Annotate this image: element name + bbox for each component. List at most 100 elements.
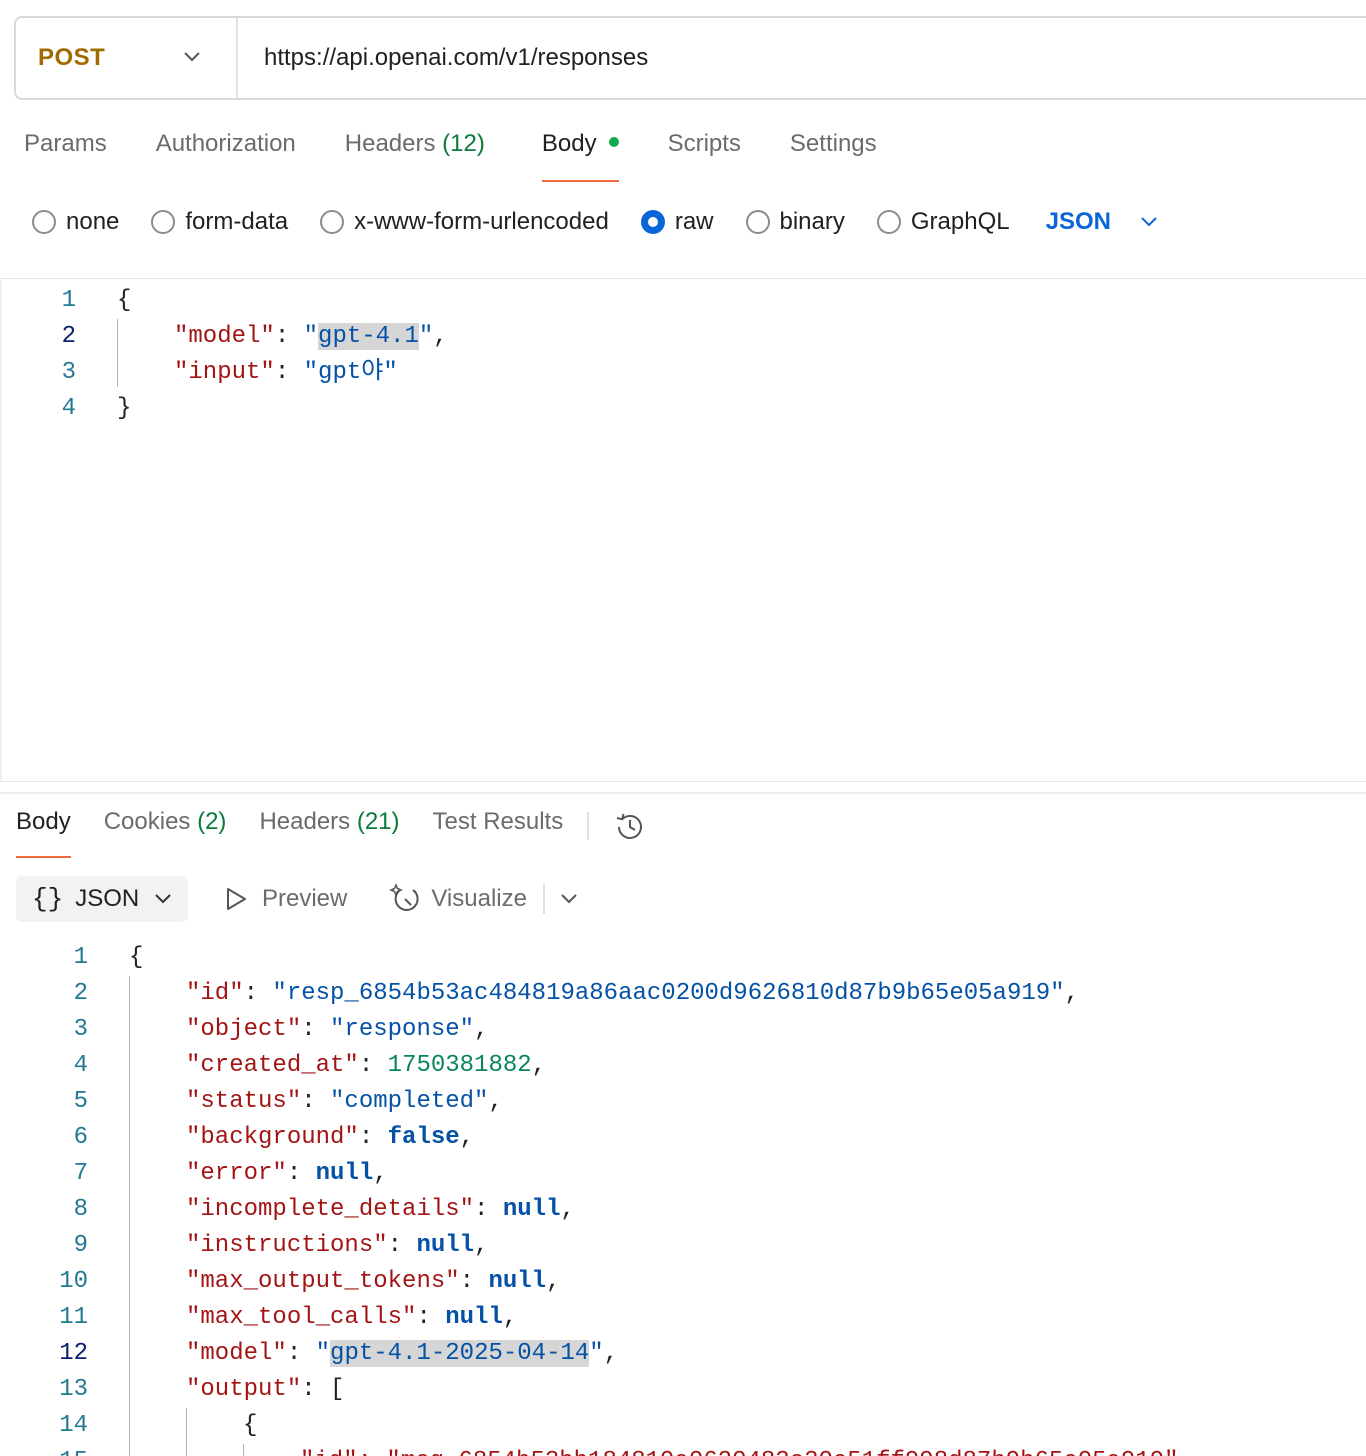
line-number: 5: [73, 1088, 88, 1115]
code-line-truncated: "id": "msg_6854b53bb184819a0620483c30e51…: [300, 1444, 1193, 1456]
tab-body[interactable]: Body: [541, 130, 619, 182]
radio-button[interactable]: [745, 210, 770, 234]
indent-guide: [186, 1408, 187, 1456]
radio-label: form-data: [185, 208, 289, 235]
toolbar-separator: [542, 884, 545, 914]
visualize-button[interactable]: Visualize: [389, 883, 527, 915]
format-label: JSON: [75, 885, 140, 912]
radio-form-data[interactable]: form-data: [151, 208, 288, 236]
tab-params[interactable]: Params: [24, 130, 107, 182]
model-value-selected: gpt-4.1-2025-04-14: [330, 1340, 590, 1367]
line-number: 11: [59, 1304, 88, 1331]
line-number: 2: [73, 980, 88, 1007]
tab-label: Params: [24, 130, 107, 157]
tab-scripts[interactable]: Scripts: [668, 130, 741, 182]
chevron-down-icon: [1141, 217, 1157, 227]
preview-button[interactable]: Preview: [224, 885, 347, 913]
radio-button[interactable]: [32, 210, 56, 234]
chevron-down-icon: [184, 52, 200, 62]
tab-headers[interactable]: Headers (12): [345, 130, 485, 182]
tab-authorization[interactable]: Authorization: [156, 130, 296, 182]
radio-button[interactable]: [876, 210, 901, 234]
radio-label: GraphQL: [910, 208, 1010, 235]
radio-button-selected[interactable]: [640, 210, 665, 234]
radio-label: raw: [674, 208, 714, 235]
code-line: "incomplete_details": null,: [186, 1196, 575, 1223]
response-toolbar: {} JSON Preview Visualize: [16, 876, 579, 922]
code-line: "model": "gpt-4.1",: [174, 323, 448, 350]
line-number: 3: [61, 359, 76, 386]
indent-guide: [117, 319, 118, 387]
line-number: 14: [59, 1412, 88, 1439]
play-icon: [227, 888, 246, 910]
line-number: 12: [59, 1340, 88, 1367]
code-line: }: [117, 395, 132, 422]
radio-x-www-form-urlencoded[interactable]: x-www-form-urlencoded: [320, 208, 609, 236]
radio-raw[interactable]: raw: [640, 208, 714, 236]
line-number: 8: [73, 1196, 88, 1223]
code-line: "max_tool_calls": null,: [186, 1304, 518, 1331]
model-value-selected: gpt-4.1: [318, 323, 419, 350]
tab-settings[interactable]: Settings: [790, 130, 877, 182]
code-line: "background": false,: [186, 1124, 475, 1151]
radio-graphql[interactable]: GraphQL: [876, 208, 1010, 236]
pane-divider[interactable]: [0, 792, 1366, 794]
code-line: "instructions": null,: [186, 1232, 489, 1259]
url-input[interactable]: [264, 44, 1264, 72]
line-number: 13: [59, 1376, 88, 1403]
chevron-down-icon: [155, 894, 171, 904]
body-type-selector: none form-data x-www-form-urlencoded raw…: [32, 204, 1159, 240]
visualize-label: Visualize: [431, 885, 527, 912]
raw-format-dropdown[interactable]: JSON: [1046, 208, 1159, 236]
response-tab-test-results[interactable]: Test Results: [433, 808, 564, 858]
code-line: {: [117, 287, 132, 314]
response-tab-cookies[interactable]: Cookies (2): [104, 808, 227, 858]
tab-label: Headers: [344, 130, 436, 157]
code-line: "output": [: [186, 1376, 345, 1403]
method-label: POST: [38, 44, 106, 71]
json-key: "input": [174, 359, 275, 386]
response-body-viewer[interactable]: 1 2 3 4 5 6 7 8 9 10 11 12 13 14 15 { "i…: [0, 940, 1366, 1456]
code-line: {: [243, 1412, 258, 1439]
code-line: "model": "gpt-4.1-2025-04-14",: [186, 1340, 619, 1367]
preview-label: Preview: [262, 885, 348, 912]
code-line: "created_at": 1750381882,: [186, 1052, 547, 1079]
raw-format-label: JSON: [1045, 208, 1111, 235]
code-line: "input": "gpt야": [174, 359, 398, 386]
tab-label: Headers: [259, 808, 351, 835]
radio-none[interactable]: none: [32, 208, 119, 236]
code-line: "id": "resp_6854b53ac484819a86aac0200d96…: [186, 980, 1079, 1007]
line-number: 6: [73, 1124, 88, 1151]
method-dropdown[interactable]: POST: [16, 18, 238, 98]
line-number: 3: [73, 1016, 88, 1043]
tab-label: Scripts: [667, 130, 741, 157]
radio-binary[interactable]: binary: [745, 208, 845, 236]
response-tab-body[interactable]: Body: [16, 808, 71, 858]
response-format-dropdown[interactable]: {} JSON: [16, 876, 188, 922]
radio-button[interactable]: [320, 210, 345, 234]
radio-label: binary: [779, 208, 845, 235]
tab-separator: [587, 812, 590, 840]
response-tabs: Body Cookies (2) Headers (21) Test Resul…: [16, 808, 647, 858]
code-line: "error": null,: [186, 1160, 388, 1187]
line-number: 9: [73, 1232, 88, 1259]
radio-button[interactable]: [151, 210, 176, 234]
code-line: "object": "response",: [186, 1016, 489, 1043]
indent-guide: [243, 1444, 244, 1456]
line-number: 2: [61, 323, 76, 350]
line-number: 1: [61, 287, 76, 314]
code-line: {: [129, 944, 144, 971]
input-value: gpt야: [318, 359, 384, 386]
request-url-bar: POST: [14, 16, 1366, 100]
request-body-editor[interactable]: 1 2 3 4 { "model": "gpt-4.1", "input": "…: [0, 278, 1366, 782]
request-tabs: Params Authorization Headers (12) Body S…: [24, 130, 877, 182]
json-key: "model": [174, 323, 275, 350]
radio-label: none: [66, 208, 120, 235]
line-number: 15: [40, 1444, 88, 1456]
code-line: "max_output_tokens": null,: [186, 1268, 561, 1295]
history-icon[interactable]: [613, 810, 647, 844]
braces-icon: {}: [32, 884, 64, 914]
line-number: 4: [73, 1052, 88, 1079]
chevron-down-icon[interactable]: [559, 892, 579, 906]
response-tab-headers[interactable]: Headers (21): [259, 808, 399, 858]
